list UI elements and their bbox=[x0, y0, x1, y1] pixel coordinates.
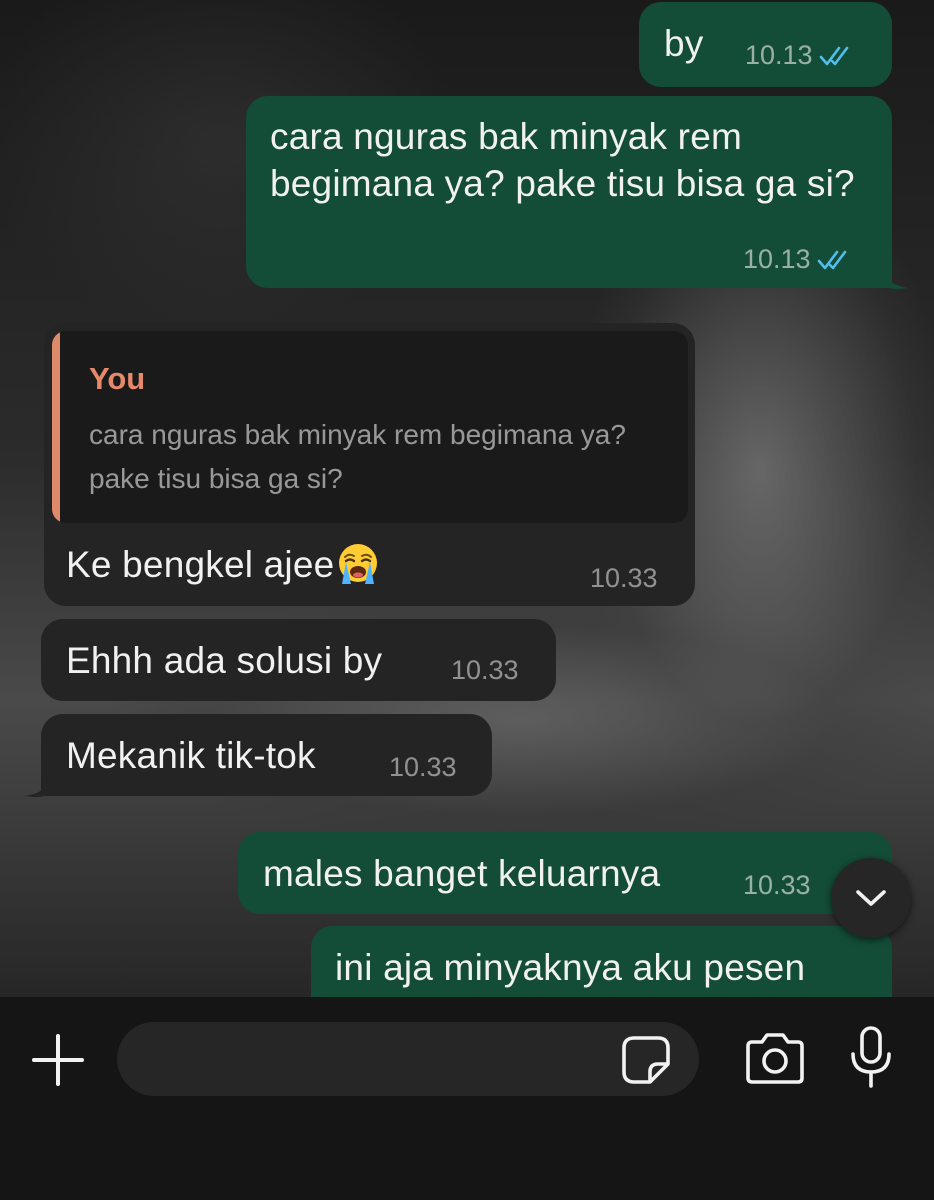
double-check-icon bbox=[817, 250, 846, 269]
quote-accent-bar bbox=[52, 331, 60, 523]
message-meta: 10.33 bbox=[590, 563, 658, 594]
message-text: ini aja minyaknya aku pesen bbox=[335, 947, 806, 988]
message-text: Ke bengkel ajee bbox=[66, 544, 335, 585]
loudly-crying-face-emoji bbox=[339, 544, 378, 584]
incoming-message-reply[interactable]: You cara nguras bak minyak rem begimana … bbox=[44, 323, 695, 606]
message-text: males banget keluarnya bbox=[263, 853, 661, 894]
camera-icon[interactable] bbox=[742, 1030, 808, 1088]
microphone-icon[interactable] bbox=[845, 1024, 897, 1090]
message-time: 10.33 bbox=[451, 655, 519, 685]
message-time: 10.33 bbox=[590, 563, 658, 593]
outgoing-message[interactable]: by 10.13 bbox=[639, 2, 892, 87]
message-text: Mekanik tik-tok bbox=[66, 735, 316, 776]
message-input-container[interactable] bbox=[117, 1022, 699, 1096]
message-meta: 10.33 bbox=[743, 870, 811, 901]
message-input[interactable] bbox=[147, 1041, 609, 1077]
double-check-icon bbox=[819, 46, 848, 65]
outgoing-message[interactable]: ini aja minyaknya aku pesen bbox=[311, 926, 892, 1000]
outgoing-message[interactable]: cara nguras bak minyak rem begimana ya? … bbox=[246, 96, 892, 288]
message-time: 10.33 bbox=[743, 870, 811, 900]
message-time: 10.13 bbox=[745, 40, 813, 70]
outgoing-message[interactable]: males banget keluarnya 10.33 bbox=[238, 832, 892, 914]
quote-text: cara nguras bak minyak rem begimana ya? … bbox=[89, 419, 626, 494]
message-meta: 10.33 bbox=[451, 655, 519, 686]
message-meta: 10.33 bbox=[389, 752, 457, 783]
quoted-message[interactable]: You cara nguras bak minyak rem begimana … bbox=[52, 331, 688, 523]
scroll-to-bottom-button[interactable] bbox=[831, 858, 911, 938]
message-meta: 10.13 bbox=[743, 244, 851, 275]
message-text: by bbox=[664, 23, 704, 64]
message-meta: 10.13 bbox=[745, 40, 853, 71]
sticker-icon[interactable] bbox=[620, 1034, 672, 1086]
message-time: 10.13 bbox=[743, 244, 811, 274]
bubble-tail bbox=[25, 774, 53, 797]
message-list[interactable]: by 10.13 cara nguras bak minyak rem begi… bbox=[0, 0, 934, 1000]
incoming-message[interactable]: Ehhh ada solusi by 10.33 bbox=[41, 619, 556, 701]
message-body: Ke bengkel ajee bbox=[66, 541, 380, 588]
message-time: 10.33 bbox=[389, 752, 457, 782]
bubble-tail bbox=[880, 266, 908, 289]
message-text: cara nguras bak minyak rem begimana ya? … bbox=[270, 116, 855, 204]
incoming-message[interactable]: Mekanik tik-tok 10.33 bbox=[41, 714, 492, 796]
plus-icon[interactable] bbox=[28, 1030, 88, 1090]
quote-author: You bbox=[89, 361, 146, 396]
chat-screen: by 10.13 cara nguras bak minyak rem begi… bbox=[0, 0, 934, 1200]
chevron-down-icon bbox=[856, 890, 886, 906]
message-text: Ehhh ada solusi by bbox=[66, 640, 383, 681]
